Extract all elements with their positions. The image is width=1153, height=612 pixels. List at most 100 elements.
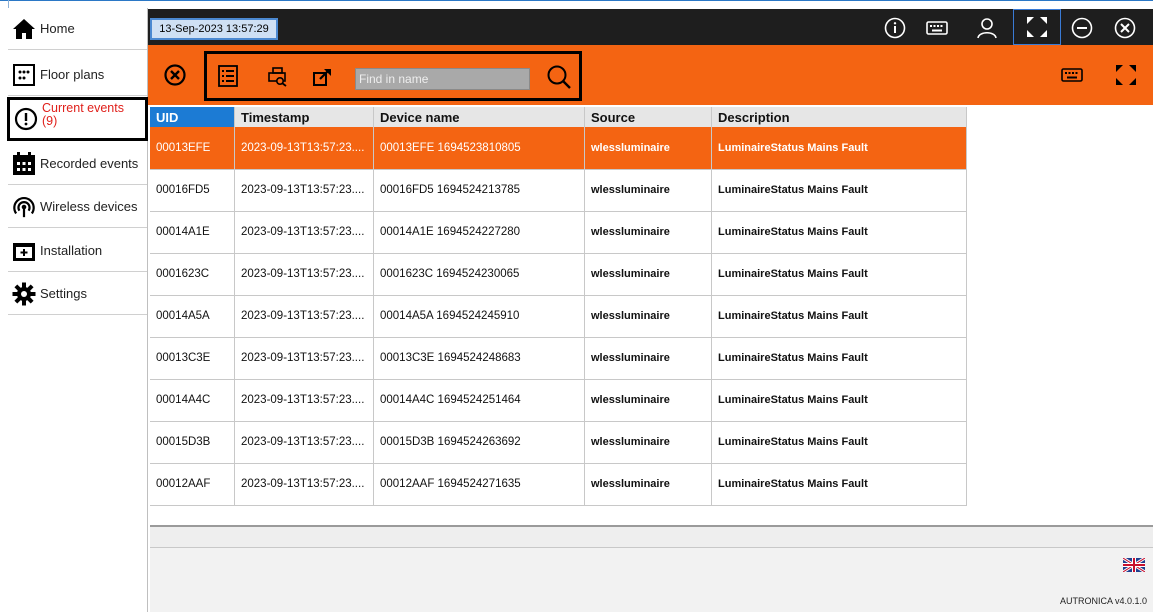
table-row[interactable]: 00014A5A 2023-09-13T13:57:23.... 00014A5… <box>150 295 967 338</box>
cell-timestamp: 2023-09-13T13:57:23.... <box>234 253 374 296</box>
keyboard-icon[interactable] <box>924 15 950 41</box>
cell-source: wlessluminaire <box>584 295 712 338</box>
column-header-timestamp[interactable]: Timestamp <box>234 107 374 127</box>
cell-source: wlessluminaire <box>584 211 712 254</box>
sidebar-item-label: Recorded events <box>40 156 139 171</box>
fullscreen-icon[interactable] <box>1114 64 1138 86</box>
search-tool-group <box>204 51 582 101</box>
gear-icon <box>12 282 36 306</box>
table-row[interactable]: 00016FD5 2023-09-13T13:57:23.... 00016FD… <box>150 169 967 212</box>
cell-device-name: 00015D3B 1694524263692 <box>373 421 585 464</box>
footer: AUTRONICA v4.0.1.0 <box>150 548 1153 612</box>
sidebar-item-label: Floor plans <box>40 67 105 82</box>
home-icon <box>12 17 36 41</box>
sidebar-item-installation[interactable]: Installation <box>8 230 147 272</box>
cell-device-name: 0001623C 1694524230065 <box>373 253 585 296</box>
events-table-container: UID Timestamp Device name Source Descrip… <box>150 107 1153 527</box>
uk-flag-icon[interactable] <box>1122 556 1146 574</box>
calendar-icon <box>12 151 36 176</box>
cell-timestamp: 2023-09-13T13:57:23.... <box>234 211 374 254</box>
status-strip <box>150 527 1153 548</box>
cell-device-name: 00016FD5 1694524213785 <box>373 169 585 212</box>
cell-description: LuminaireStatus Mains Fault <box>711 295 967 338</box>
list-icon[interactable] <box>217 65 239 87</box>
cell-timestamp: 2023-09-13T13:57:23.... <box>234 295 374 338</box>
cell-timestamp: 2023-09-13T13:57:23.... <box>234 463 374 506</box>
search-icon[interactable] <box>545 63 573 91</box>
sidebar-item-home[interactable]: Home <box>8 8 147 50</box>
sidebar-item-label: Settings <box>40 286 87 301</box>
cell-description: LuminaireStatus Mains Fault <box>711 379 967 422</box>
info-icon[interactable] <box>882 15 908 41</box>
cell-device-name: 00014A4C 1694524251464 <box>373 379 585 422</box>
top-bar: 13-Sep-2023 13:57:29 <box>148 9 1153 45</box>
cell-source: wlessluminaire <box>584 253 712 296</box>
column-header-description[interactable]: Description <box>711 107 967 127</box>
cell-uid: 00014A4C <box>150 379 235 422</box>
sidebar-item-wireless-devices[interactable]: Wireless devices <box>8 186 147 228</box>
clear-icon[interactable] <box>163 63 187 87</box>
cell-description: LuminaireStatus Mains Fault <box>711 463 967 506</box>
cell-description: LuminaireStatus Mains Fault <box>711 421 967 464</box>
cell-uid: 00015D3B <box>150 421 235 464</box>
cell-source: wlessluminaire <box>584 421 712 464</box>
cell-timestamp: 2023-09-13T13:57:23.... <box>234 127 374 170</box>
minimize-icon[interactable] <box>1069 15 1095 41</box>
cell-device-name: 00013C3E 1694524248683 <box>373 337 585 380</box>
sidebar-item-label: Wireless devices <box>40 199 138 214</box>
cell-uid: 00013C3E <box>150 337 235 380</box>
cell-description: LuminaireStatus Mains Fault <box>711 169 967 212</box>
cell-timestamp: 2023-09-13T13:57:23.... <box>234 169 374 212</box>
table-row[interactable]: 0001623C 2023-09-13T13:57:23.... 0001623… <box>150 253 967 296</box>
sidebar-item-current-events[interactable]: Current events (9) <box>7 97 148 141</box>
export-icon[interactable] <box>312 67 334 87</box>
user-icon[interactable] <box>974 15 1000 41</box>
keyboard-icon[interactable] <box>1060 66 1084 84</box>
window-top-border <box>0 0 1153 1</box>
cell-description: LuminaireStatus Mains Fault <box>711 211 967 254</box>
column-header-uid[interactable]: UID <box>150 107 235 127</box>
cell-source: wlessluminaire <box>584 337 712 380</box>
sidebar-item-floor-plans[interactable]: Floor plans <box>8 54 147 96</box>
sidebar-item-label: Home <box>40 21 75 36</box>
cell-source: wlessluminaire <box>584 379 712 422</box>
cell-timestamp: 2023-09-13T13:57:23.... <box>234 421 374 464</box>
sidebar-item-label: Installation <box>40 243 103 258</box>
table-row[interactable]: 00013EFE 2023-09-13T13:57:23.... 00013EF… <box>150 127 967 170</box>
events-table: UID Timestamp Device name Source Descrip… <box>150 107 967 506</box>
alert-icon <box>14 107 38 131</box>
column-header-source[interactable]: Source <box>584 107 712 127</box>
cell-uid: 00014A5A <box>150 295 235 338</box>
version-label: AUTRONICA v4.0.1.0 <box>1059 596 1147 606</box>
table-row[interactable]: 00015D3B 2023-09-13T13:57:23.... 00015D3… <box>150 421 967 464</box>
event-count-badge: (9) <box>42 114 58 128</box>
search-input[interactable] <box>355 68 530 90</box>
table-row[interactable]: 00013C3E 2023-09-13T13:57:23.... 00013C3… <box>150 337 967 380</box>
close-icon[interactable] <box>1112 15 1138 41</box>
table-row[interactable]: 00014A4C 2023-09-13T13:57:23.... 00014A4… <box>150 379 967 422</box>
floor-plans-icon <box>12 63 36 87</box>
cell-uid: 00014A1E <box>150 211 235 254</box>
cell-device-name: 00012AAF 1694524271635 <box>373 463 585 506</box>
sidebar: Home Floor plans Current events (9) Reco… <box>7 8 148 612</box>
table-row[interactable]: 00012AAF 2023-09-13T13:57:23.... 00012AA… <box>150 463 967 506</box>
sidebar-item-settings[interactable]: Settings <box>8 273 147 315</box>
cell-device-name: 00013EFE 1694523810805 <box>373 127 585 170</box>
cell-description: LuminaireStatus Mains Fault <box>711 253 967 296</box>
cell-source: wlessluminaire <box>584 463 712 506</box>
column-header-device-name[interactable]: Device name <box>373 107 585 127</box>
datetime-display: 13-Sep-2023 13:57:29 <box>150 18 278 40</box>
cell-uid: 00012AAF <box>150 463 235 506</box>
cell-source: wlessluminaire <box>584 127 712 170</box>
table-row[interactable]: 00014A1E 2023-09-13T13:57:23.... 00014A1… <box>150 211 967 254</box>
cell-device-name: 00014A5A 1694524245910 <box>373 295 585 338</box>
cell-source: wlessluminaire <box>584 169 712 212</box>
cell-uid: 0001623C <box>150 253 235 296</box>
cell-description: LuminaireStatus Mains Fault <box>711 127 967 170</box>
fullscreen-icon[interactable] <box>1013 9 1061 45</box>
print-preview-icon[interactable] <box>267 67 289 87</box>
wireless-icon <box>12 195 36 219</box>
sidebar-item-recorded-events[interactable]: Recorded events <box>8 143 147 185</box>
cell-uid: 00013EFE <box>150 127 235 170</box>
cell-timestamp: 2023-09-13T13:57:23.... <box>234 379 374 422</box>
